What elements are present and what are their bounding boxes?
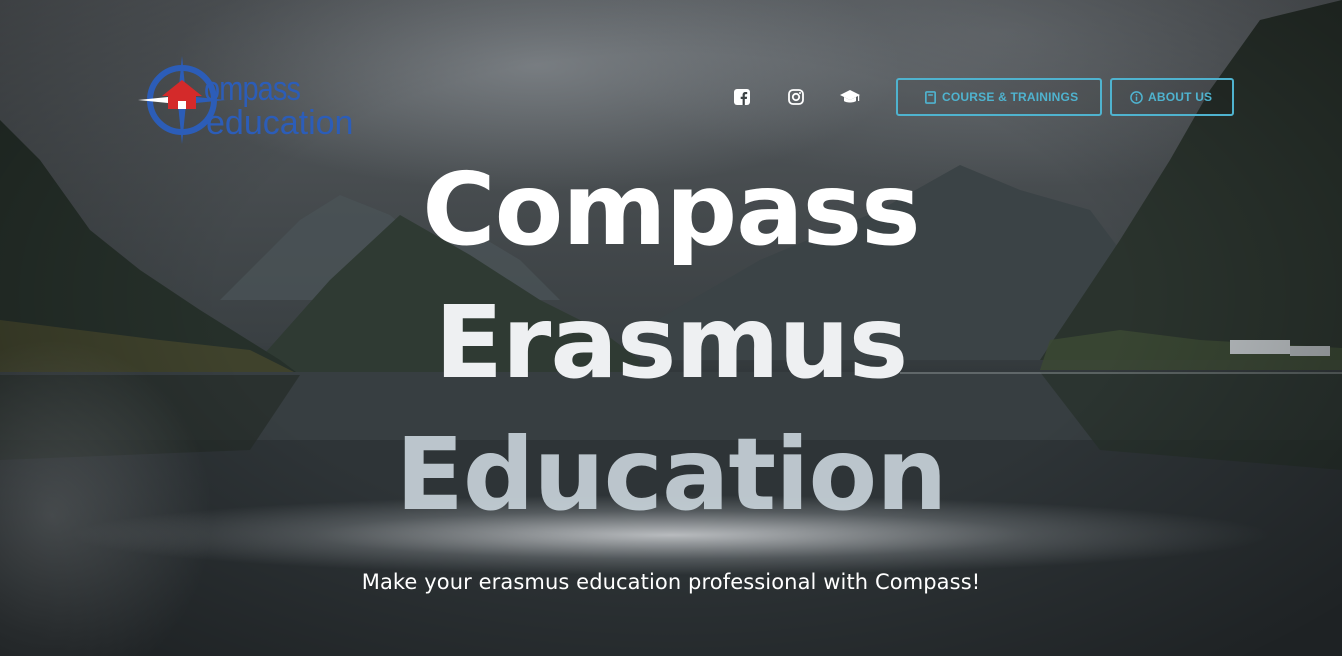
course-trainings-button[interactable]: COURSE & TRAININGS	[896, 78, 1102, 116]
logo-text-compass: ompass	[204, 70, 301, 108]
compass-education-logo[interactable]: ompass education	[138, 56, 413, 144]
course-trainings-label: COURSE & TRAININGS	[942, 90, 1079, 104]
top-navigation: COURSE & TRAININGS ABOUT US	[726, 77, 1234, 117]
book-icon	[925, 90, 936, 104]
hero-title-line-3: Education	[395, 416, 948, 533]
instagram-link[interactable]	[780, 81, 812, 113]
about-us-label: ABOUT US	[1148, 90, 1213, 104]
hero-tagline: Make your erasmus education professional…	[361, 570, 981, 594]
instagram-icon	[788, 89, 804, 105]
education-link[interactable]	[834, 81, 866, 113]
graduation-cap-icon	[840, 90, 860, 103]
hero-title-line-2: Erasmus	[434, 284, 909, 401]
facebook-link[interactable]	[726, 81, 758, 113]
info-circle-icon	[1130, 90, 1143, 104]
about-us-button[interactable]: ABOUT US	[1110, 78, 1234, 116]
logo-text-education: education	[206, 104, 354, 142]
hero-title-line-1: Compass	[422, 151, 920, 268]
facebook-icon	[734, 89, 750, 105]
